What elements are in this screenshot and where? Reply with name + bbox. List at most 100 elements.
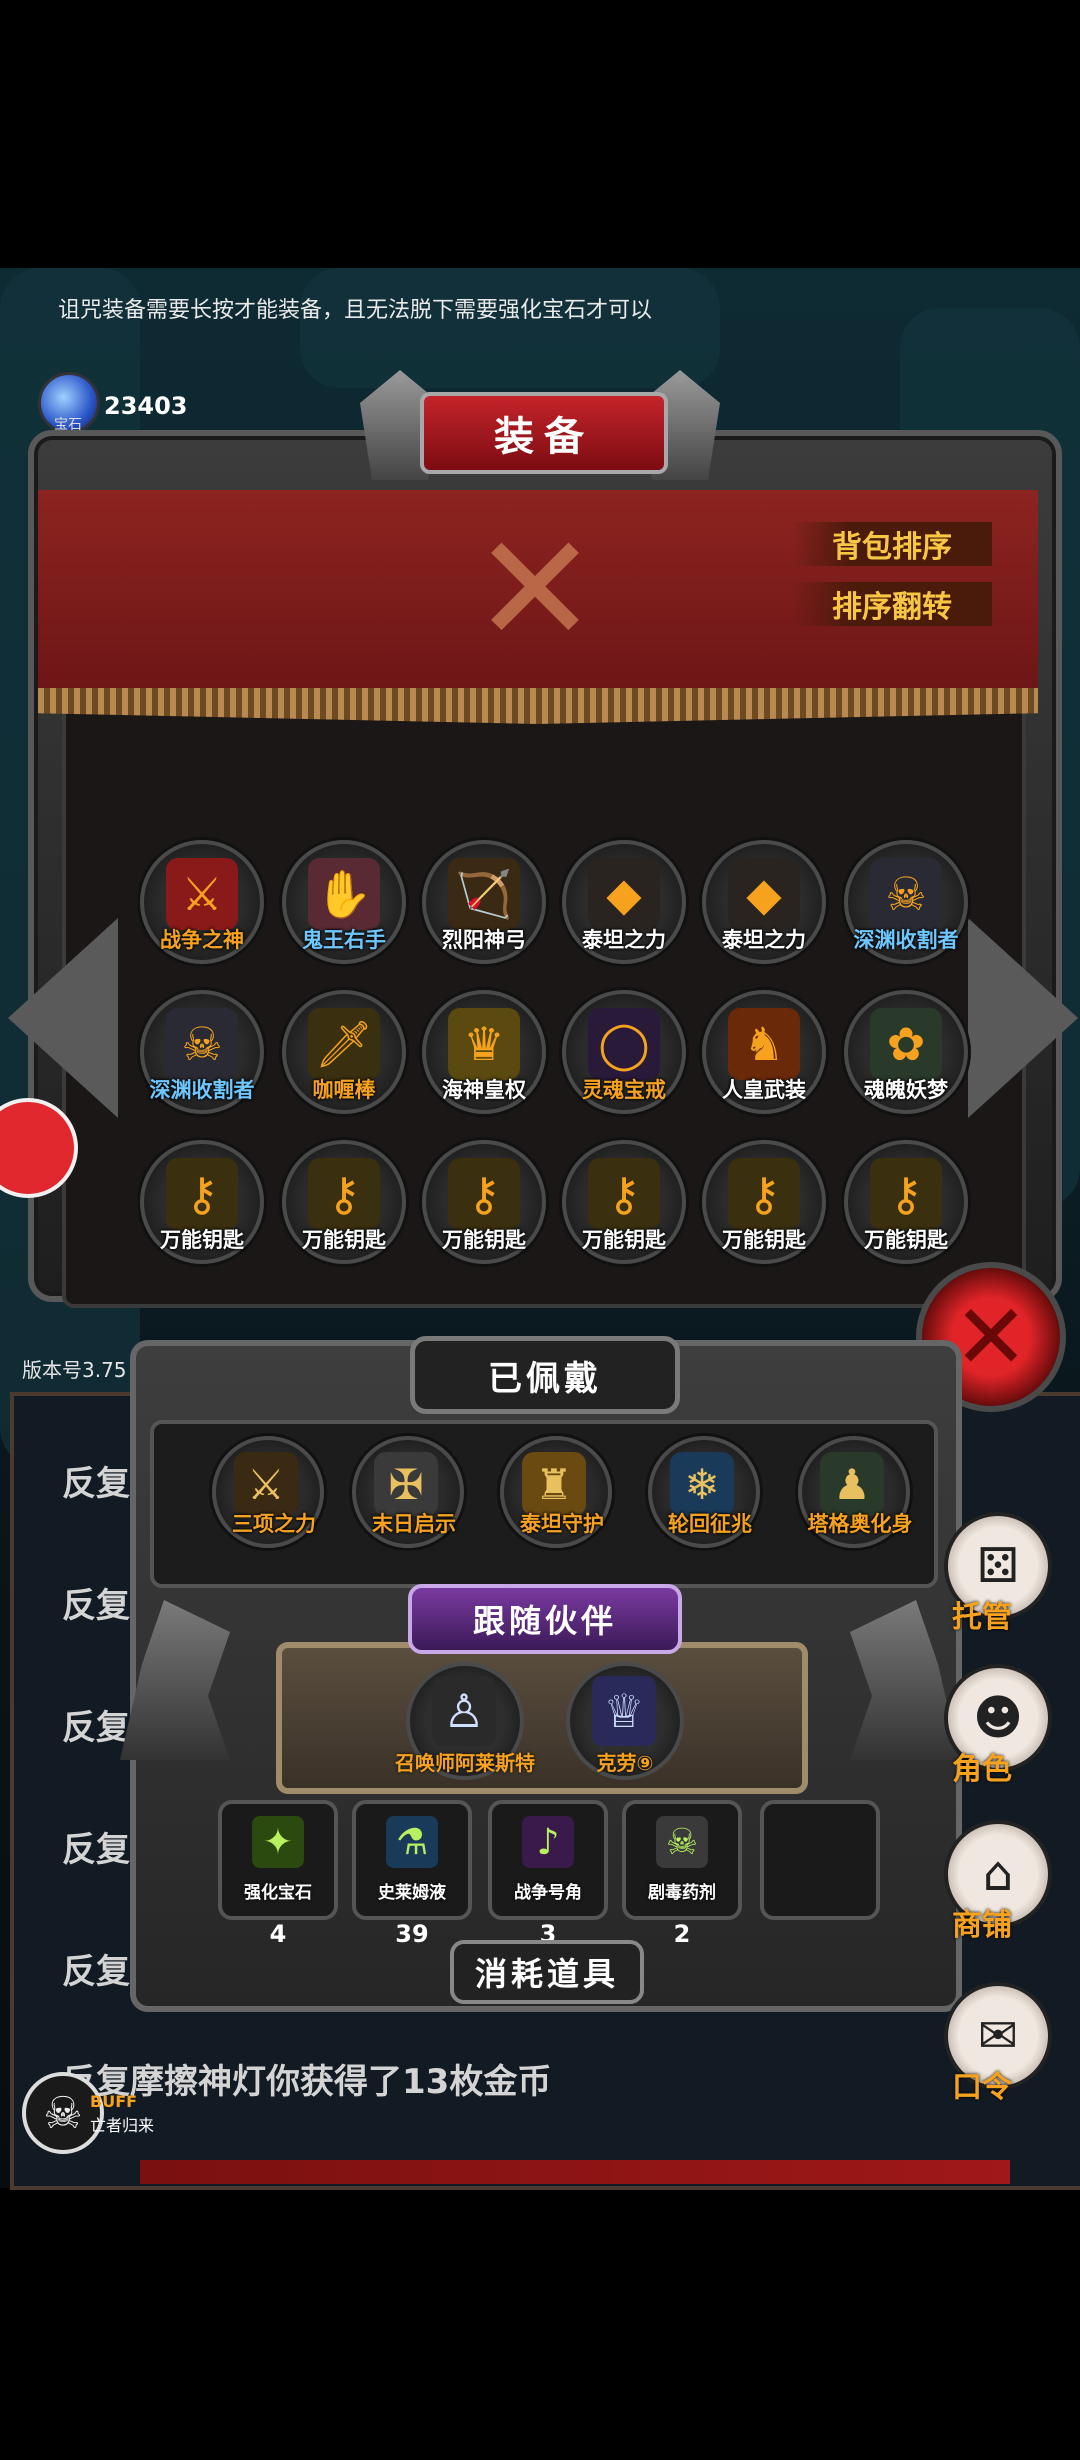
worn-slot[interactable]: ⚔ 三项之力 xyxy=(212,1436,324,1548)
equipment-slot[interactable]: ⚷ 万能钥匙 xyxy=(422,1140,546,1264)
partner-slot[interactable]: ♕ 克劳⑨ xyxy=(566,1662,684,1780)
equipment-slot[interactable]: ◆ 泰坦之力 xyxy=(562,840,686,964)
key-icon: ⚷ xyxy=(870,1158,942,1230)
consumable-slot[interactable]: ✦ 强化宝石 4 xyxy=(218,1800,338,1948)
log-line: 反复 xyxy=(62,1464,130,1504)
reaper-icon: ☠ xyxy=(870,858,942,930)
key-icon: ⚷ xyxy=(448,1158,520,1230)
partner-slot[interactable]: ♙ 召唤师阿莱斯特 xyxy=(395,1662,535,1780)
log-line: 反复 xyxy=(62,1952,130,1992)
equipment-slot[interactable]: ⚷ 万能钥匙 xyxy=(562,1140,686,1264)
horn-icon: ♪ xyxy=(522,1816,574,1868)
sort-bag-button[interactable]: 背包排序 xyxy=(792,522,992,566)
key-icon: ⚷ xyxy=(728,1158,800,1230)
equipment-name: 万能钥匙 xyxy=(302,1228,386,1252)
equipment-name: 深渊收割者 xyxy=(149,1078,255,1102)
equipment-name: 万能钥匙 xyxy=(722,1228,806,1252)
equipment-slot[interactable]: ⚷ 万能钥匙 xyxy=(844,1140,968,1264)
equipment-slot[interactable]: ⚷ 万能钥匙 xyxy=(282,1140,406,1264)
log-line: 反复 xyxy=(62,1830,130,1870)
trinity-icon: ⚔ xyxy=(234,1452,298,1516)
consumable-name: 强化宝石 xyxy=(244,1883,312,1903)
side-menu-label: 角色 xyxy=(952,1752,1012,1787)
buff-label: BUFF xyxy=(90,2092,138,2111)
buff-name: 亡者归来 xyxy=(90,2116,155,2135)
worn-title: 已佩戴 xyxy=(410,1336,680,1414)
equipment-name: 鬼王右手 xyxy=(302,928,386,952)
beast-icon: ♟ xyxy=(820,1452,884,1516)
next-page-arrow-icon[interactable] xyxy=(968,918,1078,1118)
equipment-name: 战争之神 xyxy=(160,928,244,952)
partner-name: 克劳⑨ xyxy=(596,1751,654,1775)
spirit-icon: ✿ xyxy=(870,1008,942,1080)
key-icon: ⚷ xyxy=(588,1158,660,1230)
consumable-slot[interactable]: ⚗ 史莱姆液 39 xyxy=(352,1800,472,1948)
consumables-title: 消耗道具 xyxy=(450,1940,644,2004)
equipment-name: 咖喱棒 xyxy=(312,1078,376,1102)
ghost-king-hand-icon: ✋ xyxy=(308,858,380,930)
equipment-name: 泰坦之力 xyxy=(722,928,806,952)
equipment-slot[interactable]: ◯ 灵魂宝戒 xyxy=(562,990,686,1114)
equipment-slot[interactable]: ⚔ 战争之神 xyxy=(140,840,264,964)
titan-armor-icon: ♜ xyxy=(522,1452,586,1516)
worn-slot[interactable]: ♜ 泰坦守护 xyxy=(500,1436,612,1548)
equipment-slot[interactable]: ⚷ 万能钥匙 xyxy=(140,1140,264,1264)
poison-icon: ☠ xyxy=(656,1816,708,1868)
equipment-name: 烈阳神弓 xyxy=(442,928,526,952)
equipment-slot[interactable]: ☠ 深渊收割者 xyxy=(844,840,968,964)
equipment-slot[interactable]: ◆ 泰坦之力 xyxy=(702,840,826,964)
close-icon: ✕ xyxy=(953,1284,1029,1390)
version-label: 版本号3.75 xyxy=(22,1358,127,1382)
crossed-swords-emblem-icon: ✕ xyxy=(472,503,598,677)
partner-title: 跟随伙伴 xyxy=(408,1584,682,1654)
equipment-slot[interactable]: ♛ 海神皇权 xyxy=(422,990,546,1114)
consumable-name: 战争号角 xyxy=(514,1883,582,1903)
equipment-slot[interactable]: ♞ 人皇武装 xyxy=(702,990,826,1114)
empty-consumable-slot[interactable] xyxy=(760,1800,880,1920)
worn-name: 塔格奥化身 xyxy=(807,1512,913,1536)
side-menu-label: 托管 xyxy=(952,1600,1012,1635)
equipment-slot[interactable]: ☠ 深渊收割者 xyxy=(140,990,264,1114)
panel-title: 装备 xyxy=(420,392,668,474)
axe-icon: ✠ xyxy=(374,1452,438,1516)
prev-page-arrow-icon[interactable] xyxy=(8,918,118,1118)
curse-notice: 诅咒装备需要长按才能装备，且无法脱下需要强化宝石才可以 xyxy=(58,298,653,323)
equipment-name: 灵魂宝戒 xyxy=(582,1078,666,1102)
equipment-name: 万能钥匙 xyxy=(864,1228,948,1252)
ring-icon: ◯ xyxy=(588,1008,660,1080)
summoner-icon: ♙ xyxy=(432,1676,496,1746)
reaper-icon: ☠ xyxy=(166,1008,238,1080)
bow-icon: 🏹 xyxy=(448,858,520,930)
worn-slot[interactable]: ✠ 末日启示 xyxy=(352,1436,464,1548)
worn-name: 轮回征兆 xyxy=(668,1512,752,1536)
titan-rune-icon: ◆ xyxy=(588,858,660,930)
equipment-slot[interactable]: ✋ 鬼王右手 xyxy=(282,840,406,964)
equipment-name: 海神皇权 xyxy=(442,1078,526,1102)
log-line: 反复 xyxy=(62,1708,130,1748)
worn-slot[interactable]: ♟ 塔格奥化身 xyxy=(798,1436,913,1548)
consumable-name: 剧毒药剂 xyxy=(648,1883,716,1903)
equipment-slot[interactable]: 🏹 烈阳神弓 xyxy=(422,840,546,964)
equipment-name: 万能钥匙 xyxy=(160,1228,244,1252)
consumable-slot[interactable]: ☠ 剧毒药剂 2 xyxy=(622,1800,742,1948)
key-icon: ⚷ xyxy=(308,1158,380,1230)
equipment-name: 万能钥匙 xyxy=(582,1228,666,1252)
reverse-sort-button[interactable]: 排序翻转 xyxy=(792,582,992,626)
equipment-slot[interactable]: 🗡 咖喱棒 xyxy=(282,990,406,1114)
worn-slot[interactable]: ❄ 轮回征兆 xyxy=(648,1436,760,1548)
equipment-name: 深渊收割者 xyxy=(853,928,959,952)
golden-armor-icon: ♛ xyxy=(448,1008,520,1080)
equipment-slot[interactable]: ✿ 魂魄妖梦 xyxy=(844,990,968,1114)
consumable-count: 2 xyxy=(673,1920,691,1948)
consumable-slot[interactable]: ♪ 战争号角 3 xyxy=(488,1800,608,1948)
green-gem-icon: ✦ xyxy=(252,1816,304,1868)
equipment-name: 人皇武装 xyxy=(722,1078,806,1102)
equipment-slot[interactable]: ⚷ 万能钥匙 xyxy=(702,1140,826,1264)
forest-canopy xyxy=(300,268,720,388)
blue-hair-girl-icon: ♕ xyxy=(592,1676,656,1746)
log-line: 反复 xyxy=(62,1586,130,1626)
side-menu-label: 商铺 xyxy=(952,1908,1012,1943)
titan-rune-icon: ◆ xyxy=(728,858,800,930)
key-icon: ⚷ xyxy=(166,1158,238,1230)
currency-count: 23403 xyxy=(104,392,188,420)
